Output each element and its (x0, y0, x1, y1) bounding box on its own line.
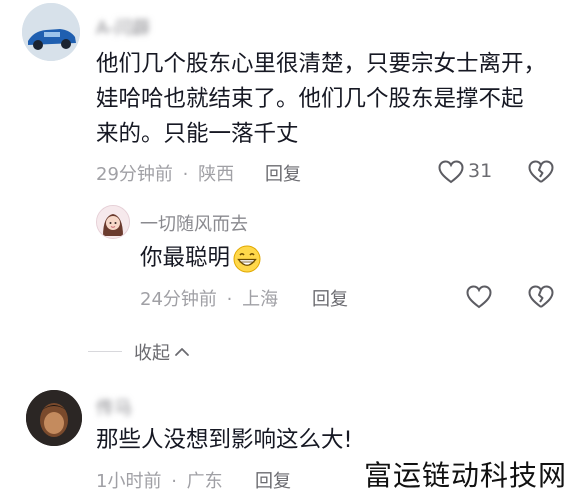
broken-heart-icon (528, 285, 554, 308)
car-avatar-icon (22, 3, 80, 61)
watermark: 富运链动科技网 (363, 459, 567, 492)
meta-separator: · (171, 471, 177, 492)
comment-username[interactable]: A-闫薜 (96, 14, 150, 40)
comment-text-line: 他们几个股东心里很清楚，只要宗女士离开， (96, 51, 547, 77)
heart-icon (438, 160, 464, 184)
heart-icon (466, 285, 492, 309)
avatar[interactable] (96, 205, 130, 239)
comment-username[interactable]: 传马 (96, 394, 132, 420)
avatar[interactable] (22, 3, 80, 61)
chevron-up-icon (174, 346, 190, 358)
like-button[interactable] (438, 160, 464, 184)
reply-button[interactable]: 回复 (265, 160, 301, 186)
like-button[interactable] (466, 285, 492, 309)
comment-username[interactable]: 一切随风而去 (140, 210, 248, 236)
grin-emoji-icon (232, 244, 262, 274)
comment-location: 广东 (186, 471, 223, 492)
comment-time: 29分钟前 (96, 164, 173, 185)
collapse-label: 收起 (134, 343, 170, 364)
collapse-button[interactable]: 收起 (134, 339, 190, 365)
dislike-button[interactable] (528, 160, 554, 184)
comment-text-line: 娃哈哈也就结束了。他们几个股东是撑不起 (96, 86, 524, 112)
comment-meta: 24分钟前 · 上海 (140, 285, 278, 311)
comment-meta: 1小时前 · 广东 (96, 467, 223, 493)
broken-heart-icon (528, 160, 554, 183)
comment-meta: 29分钟前 · 陕西 (96, 160, 234, 186)
comment-text-line: 来的。只能一落千丈 (96, 121, 299, 147)
comment-text: 你最聪明 (140, 241, 262, 276)
person-avatar-icon (26, 390, 82, 446)
comment-time: 24分钟前 (140, 289, 217, 310)
meta-separator: · (182, 164, 189, 185)
reply-button[interactable]: 回复 (312, 285, 348, 311)
dislike-button[interactable] (528, 285, 554, 309)
meta-separator: · (226, 289, 233, 310)
collapse-divider (88, 351, 122, 352)
comment-text-line: 你最聪明 (140, 245, 231, 271)
girl-avatar-icon (97, 206, 129, 238)
avatar[interactable] (26, 390, 82, 446)
comment-location: 上海 (242, 289, 279, 310)
like-count: 31 (468, 160, 493, 182)
comment-location: 陕西 (198, 164, 235, 185)
comment-text: 他们几个股东心里很清楚，只要宗女士离开， 娃哈哈也就结束了。他们几个股东是撑不起… (96, 47, 546, 152)
reply-button[interactable]: 回复 (255, 467, 291, 493)
comment-time: 1小时前 (96, 471, 162, 492)
comment-text: 那些人没想到影响这么大! (96, 427, 353, 453)
